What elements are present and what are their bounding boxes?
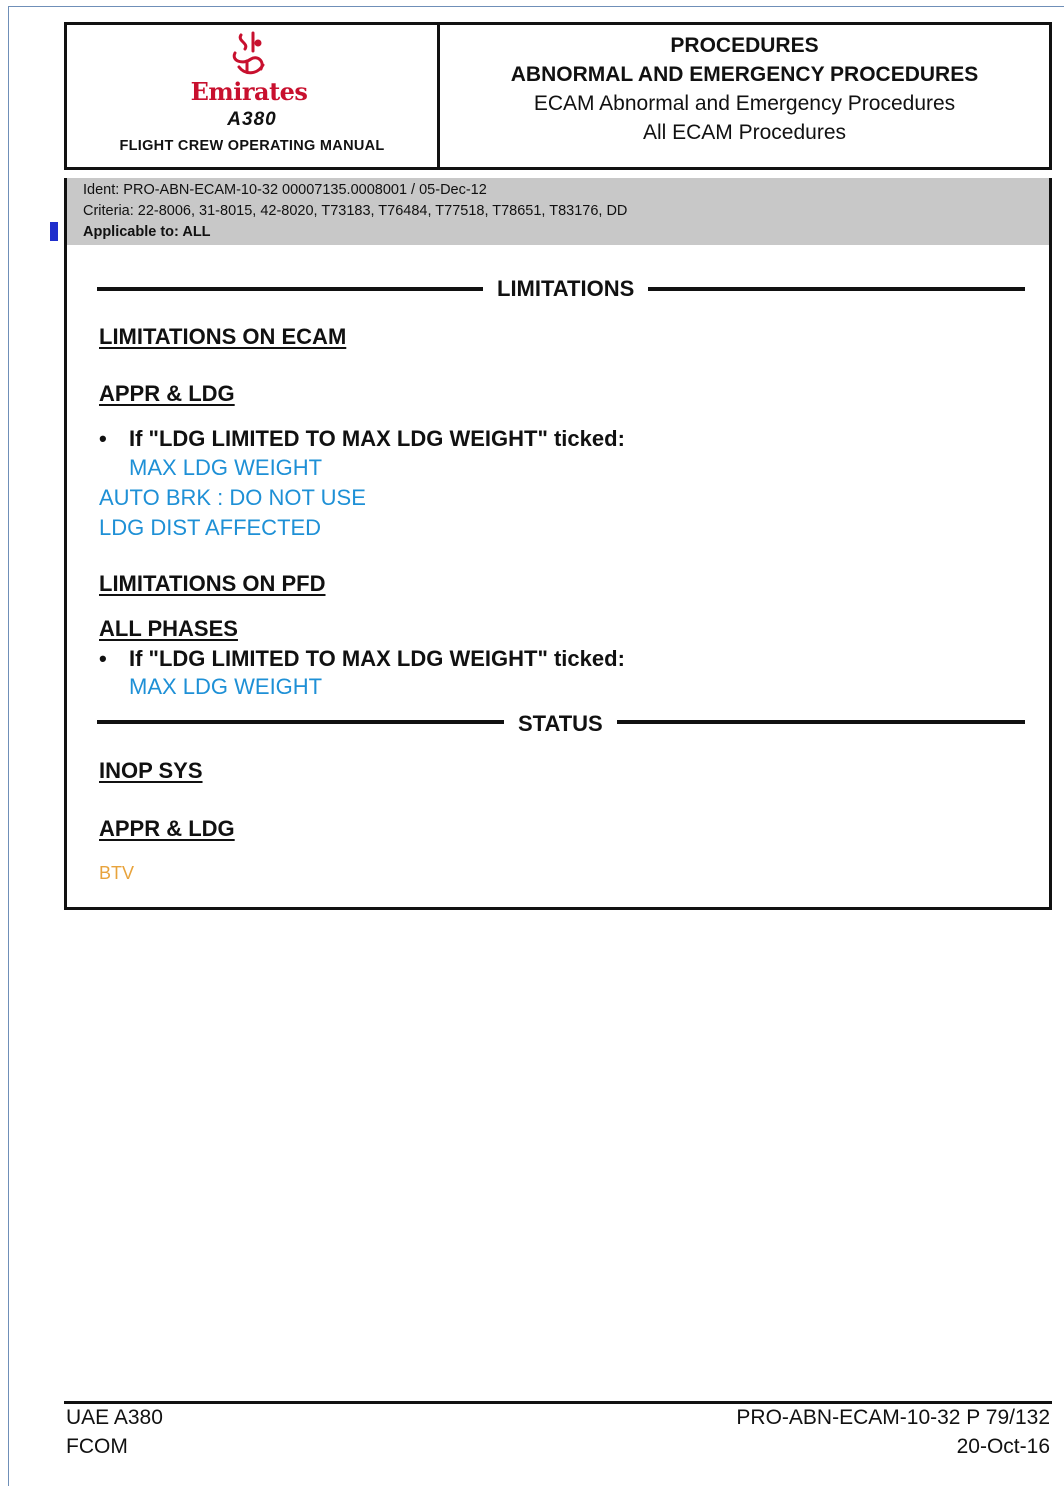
auto-brk-text: AUTO BRK : DO NOT USE bbox=[99, 485, 366, 510]
header-title-cell: PROCEDURES ABNORMAL AND EMERGENCY PROCED… bbox=[440, 25, 1049, 167]
footer-right: PRO-ABN-ECAM-10-32 P 79/132 20-Oct-16 bbox=[736, 1403, 1050, 1461]
appr-ldg-heading: APPR & LDG bbox=[99, 816, 235, 841]
condition-text: If "LDG LIMITED TO MAX LDG WEIGHT" ticke… bbox=[129, 426, 625, 451]
bullet-marker: • bbox=[99, 426, 107, 451]
document-header: Emirates A380 FLIGHT CREW OPERATING MANU… bbox=[64, 22, 1052, 170]
footer-manual: FCOM bbox=[66, 1435, 128, 1458]
brand-name: Emirates bbox=[190, 77, 308, 106]
footer-page-ref: PRO-ABN-ECAM-10-32 P 79/132 bbox=[736, 1406, 1050, 1429]
ldg-dist-text: LDG DIST AFFECTED bbox=[99, 515, 322, 540]
criteria-line: Criteria: 22-8006, 31-8015, 42-8020, T73… bbox=[83, 203, 628, 219]
revision-change-bar bbox=[50, 222, 58, 241]
procedure-content: Ident: PRO-ABN-ECAM-10-32 00007135.00080… bbox=[64, 178, 1052, 910]
emirates-calligraphy-icon bbox=[232, 31, 265, 75]
footer-left: UAE A380 FCOM bbox=[66, 1403, 163, 1461]
aircraft-model: A380 bbox=[227, 109, 277, 130]
footer-fleet: UAE A380 bbox=[66, 1406, 163, 1429]
applicable-line: Applicable to: ALL bbox=[83, 224, 211, 240]
emirates-logo: Emirates bbox=[189, 31, 309, 106]
footer-date: 20-Oct-16 bbox=[956, 1435, 1050, 1458]
appr-ldg-heading: APPR & LDG bbox=[99, 381, 235, 406]
ident-block: Ident: PRO-ABN-ECAM-10-32 00007135.00080… bbox=[67, 178, 1049, 245]
header-logo-cell: Emirates A380 FLIGHT CREW OPERATING MANU… bbox=[67, 25, 440, 167]
chapter-title: PROCEDURES bbox=[670, 34, 819, 57]
ident-line: Ident: PRO-ABN-ECAM-10-32 00007135.00080… bbox=[83, 182, 487, 198]
limitations-on-pfd-heading: LIMITATIONS ON PFD bbox=[99, 571, 326, 596]
subsubsection-title: All ECAM Procedures bbox=[642, 121, 847, 144]
all-phases-heading: ALL PHASES bbox=[99, 616, 238, 641]
btv-text: BTV bbox=[99, 863, 135, 883]
condition-text: If "LDG LIMITED TO MAX LDG WEIGHT" ticke… bbox=[129, 646, 625, 671]
max-ldg-weight-text: MAX LDG WEIGHT bbox=[129, 455, 323, 480]
max-ldg-weight-text: MAX LDG WEIGHT bbox=[129, 674, 323, 699]
subsection-title: ECAM Abnormal and Emergency Procedures bbox=[533, 92, 956, 115]
manual-title: FLIGHT CREW OPERATING MANUAL bbox=[119, 138, 385, 154]
status-title: STATUS bbox=[504, 711, 617, 737]
section-title: ABNORMAL AND EMERGENCY PROCEDURES bbox=[510, 63, 979, 86]
limitations-title: LIMITATIONS bbox=[483, 276, 649, 302]
bullet-marker: • bbox=[99, 646, 107, 671]
inop-sys-heading: INOP SYS bbox=[99, 758, 203, 783]
limitations-on-ecam-heading: LIMITATIONS ON ECAM bbox=[99, 324, 347, 349]
